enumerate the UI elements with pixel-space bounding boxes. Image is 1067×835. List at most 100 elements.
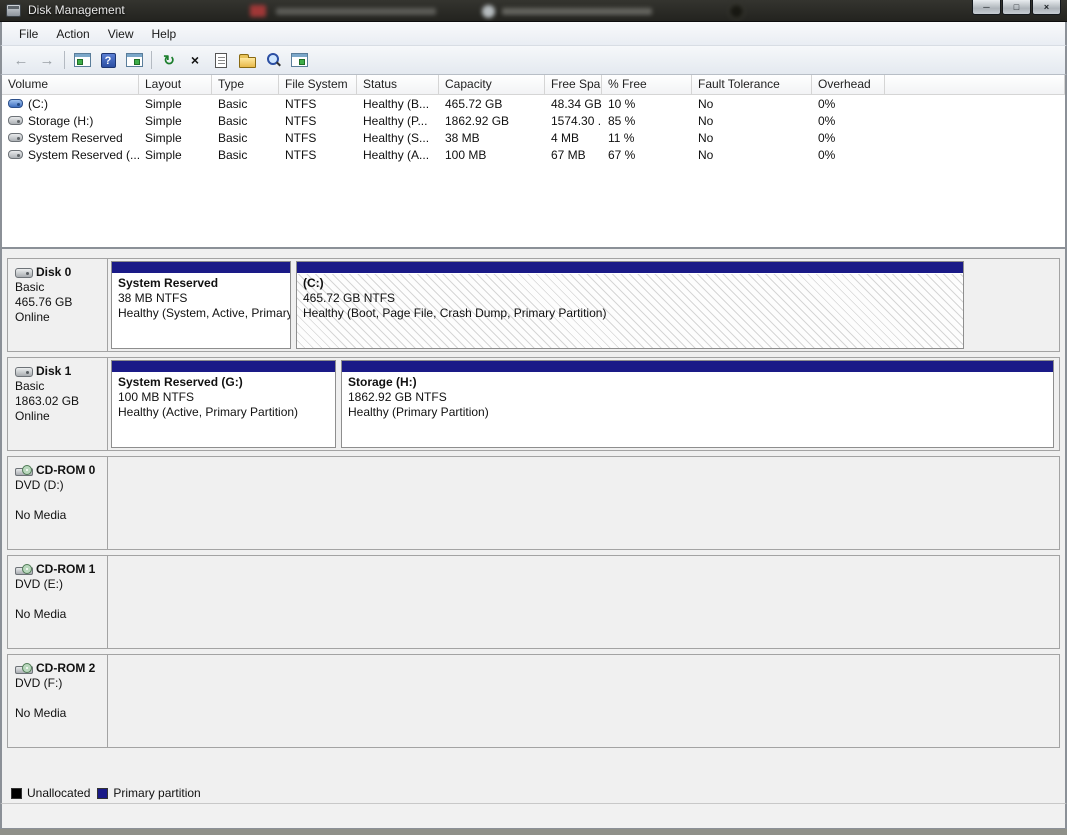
legend-bar: Unallocated Primary partition — [0, 783, 1067, 803]
volume-file-system: NTFS — [279, 97, 357, 111]
background-window-ghost — [482, 5, 495, 18]
volume-fault-tolerance: No — [692, 97, 812, 111]
column-header-layout[interactable]: Layout — [139, 75, 212, 94]
volume-file-system: NTFS — [279, 114, 357, 128]
volume-fault-tolerance: No — [692, 114, 812, 128]
help-button[interactable]: ? — [96, 49, 120, 71]
help-topics-button[interactable] — [287, 49, 311, 71]
column-header-overhead[interactable]: Overhead — [812, 75, 885, 94]
forward-button[interactable]: → — [35, 49, 59, 71]
disk-management-window: Disk Management ─ □ × File Action View H… — [0, 0, 1067, 829]
cdrom-1-header[interactable]: CD-ROM 1 DVD (E:) No Media — [8, 556, 108, 648]
partition-label: Storage (H:) — [348, 375, 1053, 390]
partition-c[interactable]: (C:) 465.72 GB NTFS Healthy (Boot, Page … — [296, 261, 964, 349]
cdrom-name: CD-ROM 2 — [36, 661, 95, 676]
disk-row-1: Disk 1 Basic 1863.02 GB Online System Re… — [7, 357, 1060, 451]
volume-table-header: Volume Layout Type File System Status Ca… — [2, 75, 1065, 95]
column-header-file-system[interactable]: File System — [279, 75, 357, 94]
show-action-pane-icon — [126, 53, 143, 67]
volume-table: Volume Layout Type File System Status Ca… — [2, 75, 1065, 163]
disk-name: Disk 1 — [36, 364, 71, 379]
volume-type: Basic — [212, 131, 279, 145]
cdrom-media-status: No Media — [15, 607, 107, 622]
cdrom-0-header[interactable]: CD-ROM 0 DVD (D:) No Media — [8, 457, 108, 549]
cdrom-name: CD-ROM 0 — [36, 463, 95, 478]
partition-size: 100 MB NTFS — [118, 390, 335, 405]
volume-fault-tolerance: No — [692, 148, 812, 162]
partition-health: Healthy (System, Active, Primary Partiti… — [118, 306, 290, 321]
cdrom-2-header[interactable]: CD-ROM 2 DVD (F:) No Media — [8, 655, 108, 747]
graphical-view-pane: Disk 0 Basic 465.76 GB Online System Res… — [0, 249, 1067, 783]
legend-label: Unallocated — [27, 786, 90, 800]
table-row[interactable]: System Reserved Simple Basic NTFS Health… — [2, 129, 1065, 146]
disk-status: Online — [15, 310, 107, 325]
menu-help[interactable]: Help — [143, 24, 186, 44]
show-action-pane-button[interactable] — [122, 49, 146, 71]
refresh-button[interactable]: ↻ — [157, 49, 181, 71]
properties-button[interactable] — [209, 49, 233, 71]
volume-status: Healthy (P... — [357, 114, 439, 128]
open-button[interactable] — [235, 49, 259, 71]
disk-0-header[interactable]: Disk 0 Basic 465.76 GB Online — [8, 259, 108, 351]
legend-item-unallocated: Unallocated — [11, 786, 90, 800]
table-row[interactable]: System Reserved (... Simple Basic NTFS H… — [2, 146, 1065, 163]
volume-pct-free: 10 % — [602, 97, 692, 111]
partition-system-reserved[interactable]: System Reserved 38 MB NTFS Healthy (Syst… — [111, 261, 291, 349]
volume-status: Healthy (S... — [357, 131, 439, 145]
table-row[interactable]: Storage (H:) Simple Basic NTFS Healthy (… — [2, 112, 1065, 129]
volume-icon — [8, 133, 23, 142]
column-header-status[interactable]: Status — [357, 75, 439, 94]
delete-button[interactable]: × — [183, 49, 207, 71]
maximize-button[interactable]: □ — [1002, 0, 1031, 15]
disk-icon — [15, 268, 33, 278]
rescan-button[interactable] — [261, 49, 285, 71]
volume-icon — [8, 116, 23, 125]
cdrom-media-status: No Media — [15, 706, 107, 721]
menu-view[interactable]: View — [99, 24, 143, 44]
partition-label: System Reserved — [118, 276, 290, 291]
partition-storage-h[interactable]: Storage (H:) 1862.92 GB NTFS Healthy (Pr… — [341, 360, 1054, 448]
volume-capacity: 465.72 GB — [439, 97, 545, 111]
rescan-icon — [265, 52, 281, 68]
show-console-tree-button[interactable] — [70, 49, 94, 71]
app-icon — [6, 4, 21, 17]
volume-pct-free: 11 % — [602, 131, 692, 145]
volume-layout: Simple — [139, 148, 212, 162]
table-row[interactable]: (C:) Simple Basic NTFS Healthy (B... 465… — [2, 95, 1065, 112]
menu-action[interactable]: Action — [47, 24, 98, 44]
volume-layout: Simple — [139, 131, 212, 145]
menu-file[interactable]: File — [10, 24, 47, 44]
minimize-button[interactable]: ─ — [972, 0, 1001, 15]
refresh-icon: ↻ — [163, 53, 175, 67]
partition-size: 38 MB NTFS — [118, 291, 290, 306]
column-header-capacity[interactable]: Capacity — [439, 75, 545, 94]
column-header-free-space[interactable]: Free Spa... — [545, 75, 602, 94]
title-bar: Disk Management ─ □ × — [0, 0, 1067, 22]
disk-name: Disk 0 — [36, 265, 71, 280]
show-console-tree-icon — [74, 53, 91, 67]
partition-system-reserved-g[interactable]: System Reserved (G:) 100 MB NTFS Healthy… — [111, 360, 336, 448]
desktop-edge — [0, 829, 1067, 835]
volume-free-space: 1574.30 ... — [545, 114, 602, 128]
disk-0-partitions: System Reserved 38 MB NTFS Healthy (Syst… — [108, 259, 1059, 351]
volume-free-space: 67 MB — [545, 148, 602, 162]
column-header-type[interactable]: Type — [212, 75, 279, 94]
partition-color-bar — [112, 361, 335, 373]
back-button[interactable]: ← — [9, 49, 33, 71]
help-icon: ? — [101, 53, 116, 68]
volume-overhead: 0% — [812, 97, 885, 111]
cdrom-row-0: CD-ROM 0 DVD (D:) No Media — [7, 456, 1060, 550]
column-header-fault-tolerance[interactable]: Fault Tolerance — [692, 75, 812, 94]
cdrom-media-status: No Media — [15, 508, 107, 523]
background-window-ghost — [250, 5, 266, 17]
volume-name: System Reserved — [28, 131, 123, 145]
column-header-volume[interactable]: Volume — [2, 75, 139, 94]
partition-size: 1862.92 GB NTFS — [348, 390, 1053, 405]
column-header-pct-free[interactable]: % Free — [602, 75, 692, 94]
disk-1-header[interactable]: Disk 1 Basic 1863.02 GB Online — [8, 358, 108, 450]
cdrom-icon — [15, 564, 33, 576]
volume-layout: Simple — [139, 97, 212, 111]
close-button[interactable]: × — [1032, 0, 1061, 15]
status-bar — [0, 803, 1067, 829]
cdrom-1-empty-area — [108, 556, 1059, 648]
